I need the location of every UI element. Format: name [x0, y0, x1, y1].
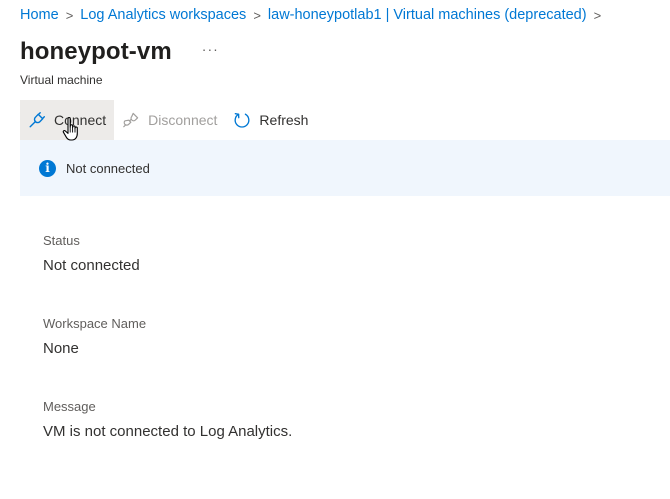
more-options-button[interactable]: ···: [202, 41, 219, 57]
property-label: Status: [43, 233, 80, 248]
info-icon: i: [39, 159, 56, 177]
property-value: None: [43, 340, 79, 357]
breadcrumb-workspace-virtual-machines[interactable]: law-honeypotlab1 | Virtual machines (dep…: [268, 7, 587, 23]
breadcrumb-home[interactable]: Home: [20, 7, 59, 23]
refresh-icon: [233, 111, 251, 129]
status-info-banner: i Not connected: [20, 140, 670, 196]
property-message: Message VM is not connected to Log Analy…: [43, 399, 292, 440]
property-workspace-name: Workspace Name None: [43, 316, 146, 357]
info-banner-text: Not connected: [66, 160, 150, 176]
plug-disconnect-icon: [122, 111, 140, 129]
property-value: VM is not connected to Log Analytics.: [43, 423, 293, 440]
breadcrumb-separator: >: [253, 7, 261, 23]
refresh-button[interactable]: Refresh: [225, 100, 316, 140]
disconnect-button[interactable]: Disconnect: [114, 100, 225, 140]
connect-label: Connect: [54, 112, 107, 128]
disconnect-label: Disconnect: [148, 112, 218, 128]
property-value: Not connected: [43, 257, 140, 274]
title-row: honeypot-vm ···: [20, 38, 219, 66]
breadcrumb-separator: >: [593, 7, 602, 23]
property-status: Status Not connected: [43, 233, 140, 274]
page: Home > Log Analytics workspaces > law-ho…: [0, 0, 670, 499]
breadcrumb-separator: >: [65, 7, 74, 23]
command-bar: Connect Disconnect Refresh: [20, 100, 316, 140]
breadcrumb: Home > Log Analytics workspaces > law-ho…: [20, 7, 608, 23]
page-title: honeypot-vm: [20, 38, 172, 65]
page-subtitle: Virtual machine: [20, 73, 103, 87]
plug-connect-icon: [28, 111, 46, 129]
refresh-label: Refresh: [259, 112, 309, 128]
property-label: Workspace Name: [43, 316, 147, 331]
connect-button[interactable]: Connect: [20, 100, 115, 140]
property-label: Message: [43, 399, 96, 414]
breadcrumb-log-analytics-workspaces[interactable]: Log Analytics workspaces: [80, 7, 246, 23]
